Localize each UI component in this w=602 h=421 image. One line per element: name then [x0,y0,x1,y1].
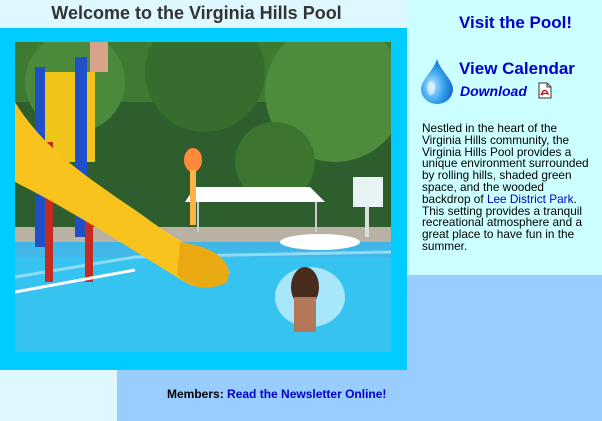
water-drop-icon [420,58,454,109]
footer-left-band [0,370,117,421]
members-line: Members: Read the Newsletter Online! [167,387,386,401]
pool-description: Nestled in the heart of the Virginia Hil… [422,122,592,253]
visit-pool-link[interactable]: Visit the Pool! [459,13,572,33]
pdf-icon[interactable] [538,82,552,104]
newsletter-link[interactable]: Read the Newsletter Online! [227,387,386,401]
photo-frame [0,28,407,370]
sidebar-panel: Visit the Pool! View Calendar Download N… [407,0,602,275]
title-band: Welcome to the Virginia Hills Pool [0,0,407,28]
view-calendar-link[interactable]: View Calendar [459,59,575,79]
download-calendar-link[interactable]: Download [460,83,527,99]
page-title: Welcome to the Virginia Hills Pool [51,3,342,23]
pool-photo [15,42,391,352]
members-label: Members: [167,387,224,401]
